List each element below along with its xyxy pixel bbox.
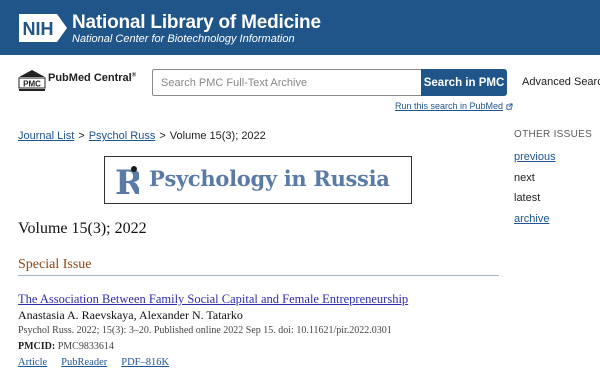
svg-text:NIH: NIH <box>23 19 54 39</box>
nih-banner: NIH National Library of Medicine Nationa… <box>0 0 600 55</box>
pdf-link[interactable]: PDF–816K <box>121 357 169 368</box>
section-heading: Special Issue <box>18 257 92 272</box>
run-in-pubmed-link[interactable]: Run this search in PubMed <box>395 101 513 111</box>
sidebar-item-previous[interactable]: previous <box>514 151 556 163</box>
journal-banner[interactable]: R Psychology in Russia <box>104 156 412 204</box>
journal-name: Psychology in Russia <box>149 166 390 191</box>
article-pmcid: PMCID: PMC9833614 <box>18 341 114 352</box>
breadcrumb-psychol-russ[interactable]: Psychol Russ <box>89 130 156 142</box>
breadcrumb-current: Volume 15(3); 2022 <box>169 130 266 142</box>
article-links: Article PubReader PDF–816K <box>18 357 183 368</box>
pmc-logo[interactable]: PMC PubMed Central® <box>18 69 138 95</box>
advanced-search-link[interactable]: Advanced Search <box>522 76 600 88</box>
article-citation: Psychol Russ. 2022; 15(3): 3–20. Publish… <box>18 325 392 336</box>
search-button[interactable]: Search in PMC <box>421 69 507 96</box>
external-link-icon <box>506 103 513 110</box>
svg-text:PMC: PMC <box>23 80 41 89</box>
sidebar-item-latest: latest <box>514 192 541 204</box>
nih-subtitle: National Center for Biotechnology Inform… <box>72 33 295 45</box>
breadcrumb-journal-list[interactable]: Journal List <box>18 130 74 142</box>
pmc-logo-icon: PMC <box>18 70 46 91</box>
pmc-logo-text: PubMed Central® <box>48 72 137 84</box>
breadcrumb: Journal List > Psychol Russ > Volume 15(3); … <box>18 130 266 142</box>
journal-logo-icon: R <box>115 164 139 198</box>
article-title-link[interactable]: The Association Between Family Social Ca… <box>18 292 408 307</box>
sidebar-item-next: next <box>514 172 535 184</box>
section-divider <box>18 275 499 276</box>
nih-title[interactable]: National Library of Medicine <box>72 12 321 34</box>
sidebar-heading: OTHER ISSUES <box>514 129 593 140</box>
volume-title: Volume 15(3); 2022 <box>18 220 147 237</box>
search-input[interactable] <box>152 69 422 96</box>
article-authors: Anastasia A. Raevskaya, Alexander N. Tat… <box>18 308 243 322</box>
pubreader-link[interactable]: PubReader <box>61 357 107 368</box>
sidebar-item-archive[interactable]: archive <box>514 213 549 225</box>
article-link[interactable]: Article <box>18 357 47 368</box>
nih-logo-icon[interactable]: NIH <box>17 12 69 44</box>
